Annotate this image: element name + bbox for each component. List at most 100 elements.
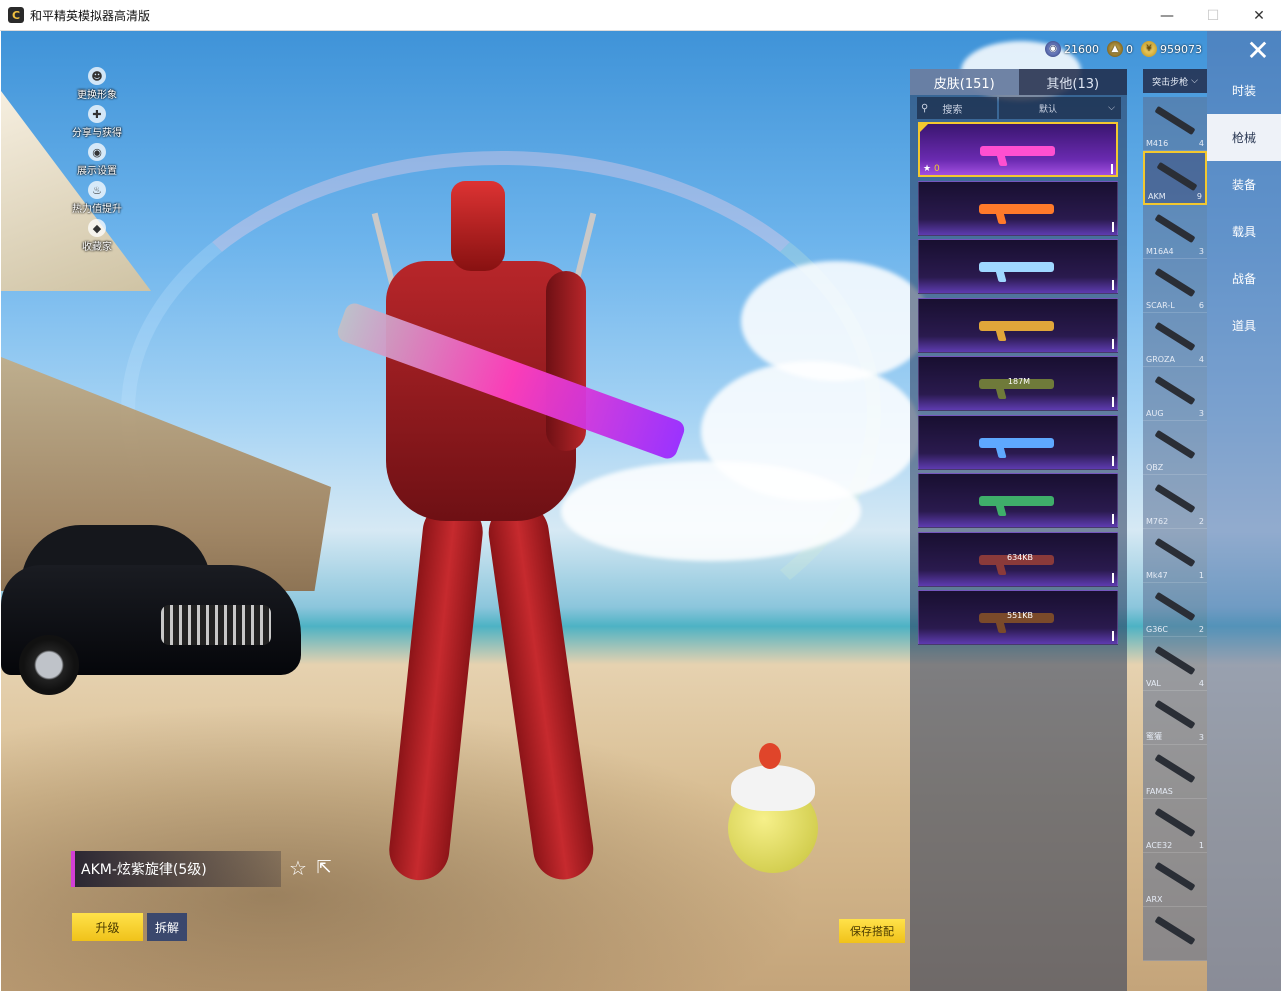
left-menu-label: 收藏家 — [82, 242, 112, 253]
rifle-icon — [1154, 807, 1196, 838]
weapon-item[interactable]: 蜜獾 3 — [1143, 691, 1207, 745]
weapon-name: M16A4 — [1146, 247, 1174, 256]
currency-value: 959073 — [1160, 42, 1202, 56]
left-menu-item-collector[interactable]: ◆ 收藏家 — [57, 219, 137, 257]
weapon-item[interactable]: M416 4 — [1143, 97, 1207, 151]
weapon-filter-dropdown[interactable]: 突击步枪 ⌵ — [1143, 69, 1207, 93]
game-viewport: ☻ 更换形象 ✚ 分享与获得 ◉ 展示设置 ♨ 热力值提升 ◆ 收藏家 AKM-… — [1, 31, 1281, 991]
star-icon: ★ — [923, 164, 934, 174]
weapon-item[interactable]: AKM 9 — [1143, 151, 1207, 205]
weapon-skin-count: 4 — [1198, 679, 1204, 688]
category-tab[interactable]: 时装 — [1207, 67, 1281, 114]
window-close-button[interactable]: ✕ — [1236, 0, 1282, 31]
weapon-item[interactable]: M16A4 3 — [1143, 205, 1207, 259]
upgrade-button[interactable]: 升级 — [72, 913, 143, 941]
weapon-skin-count: 1 — [1198, 571, 1204, 580]
currency-value: 0 — [1126, 42, 1133, 56]
rifle-icon — [1154, 861, 1196, 892]
left-menu-item-change-look[interactable]: ☻ 更换形象 — [57, 67, 137, 105]
weapon-skin-count: 6 — [1198, 301, 1204, 310]
weapon-item[interactable]: GROZA 4 — [1143, 313, 1207, 367]
tab-other[interactable]: 其他(13) — [1018, 69, 1127, 95]
category-tab[interactable]: 枪械 — [1207, 114, 1281, 161]
car-grille — [161, 605, 271, 645]
coupon-currency-icon: ▲ — [1107, 41, 1123, 57]
weapon-item[interactable]: G36C 2 — [1143, 583, 1207, 637]
weapon-name: GROZA — [1146, 355, 1176, 364]
left-menu-item-display[interactable]: ◉ 展示设置 — [57, 143, 137, 181]
character-model[interactable] — [331, 181, 691, 891]
weapon-item[interactable]: SCAR-L 6 — [1143, 259, 1207, 313]
weapon-skin-count: 3 — [1198, 409, 1204, 418]
gun-skin-icon — [979, 496, 1054, 506]
pet-chick[interactable] — [723, 743, 823, 873]
tab-skins[interactable]: 皮肤(151) — [910, 69, 1019, 95]
rifle-icon — [1156, 161, 1198, 192]
skin-list-item[interactable] — [918, 414, 1118, 470]
currency-coupon[interactable]: ▲ 0 — [1107, 41, 1133, 57]
chick-hat — [731, 765, 815, 811]
rifle-icon — [1154, 213, 1196, 244]
maximize-button[interactable]: ☐ — [1190, 0, 1236, 31]
left-menu-label: 更换形象 — [77, 90, 117, 101]
skin-list-item[interactable]: 634KB — [918, 531, 1118, 587]
category-tab[interactable]: 战备 — [1207, 255, 1281, 302]
rifle-icon — [1154, 753, 1196, 784]
weapon-item[interactable]: ARX — [1143, 853, 1207, 907]
weapon-list: M416 4 AKM 9 M16A4 3 SCAR-L 6 GROZA 4 AUG 3 QBZ M762 2… — [1143, 97, 1207, 961]
currency-premium[interactable]: ◉ 21600 — [1045, 41, 1099, 57]
save-outfit-button[interactable]: 保存搭配 — [839, 919, 905, 943]
weapon-item[interactable]: VAL 4 — [1143, 637, 1207, 691]
weapon-item[interactable]: M762 2 — [1143, 475, 1207, 529]
rifle-icon — [1154, 321, 1196, 352]
skin-list-item[interactable]: 551KB — [918, 590, 1118, 645]
weapon-item[interactable]: Mk47 1 — [1143, 529, 1207, 583]
category-tab[interactable]: 载具 — [1207, 208, 1281, 255]
skin-list-item[interactable] — [918, 297, 1118, 353]
skin-list-item[interactable]: ★ 0 — [918, 122, 1118, 177]
premium-currency-icon: ◉ — [1045, 41, 1061, 57]
weapon-name: VAL — [1146, 679, 1161, 688]
skin-list-item[interactable] — [918, 239, 1118, 294]
minimize-button[interactable]: — — [1144, 0, 1190, 31]
gun-skin-icon — [979, 320, 1054, 331]
weapon-item[interactable] — [1143, 907, 1207, 961]
download-size-label: 551KB — [1007, 611, 1034, 620]
sort-label: 默认 — [1039, 104, 1058, 115]
currency-coin[interactable]: ¥ 959073 — [1141, 41, 1202, 57]
weapon-name: G36C — [1146, 625, 1168, 634]
category-tab[interactable]: 道具 — [1207, 302, 1281, 349]
search-icon: ⚲ — [921, 102, 929, 114]
dismantle-button[interactable]: 拆解 — [147, 913, 187, 941]
weapon-item[interactable]: ACE32 1 — [1143, 799, 1207, 853]
coin-currency-icon: ¥ — [1141, 41, 1157, 57]
gun-skin-icon — [979, 437, 1054, 448]
category-list: 时装 枪械 装备 载具 战备 道具 — [1207, 67, 1281, 349]
search-input[interactable]: ⚲ 搜索 — [917, 97, 997, 119]
weapon-item[interactable]: AUG 3 — [1143, 367, 1207, 421]
eye-icon: ◉ — [88, 143, 106, 161]
category-tab[interactable]: 装备 — [1207, 161, 1281, 208]
rifle-icon — [1154, 915, 1196, 946]
skin-name-label: AKM-炫紫旋律(5级) — [71, 851, 281, 887]
skin-list-item[interactable] — [918, 180, 1118, 236]
favorite-star-icon[interactable]: ☆ — [287, 857, 309, 879]
weapon-item[interactable]: FAMAS — [1143, 745, 1207, 799]
weapon-item[interactable]: QBZ — [1143, 421, 1207, 475]
sort-dropdown[interactable]: 默认 ⌵ — [999, 97, 1121, 119]
close-icon[interactable]: ✕ — [1237, 33, 1279, 67]
weapon-column: 突击步枪 ⌵ M416 4 AKM 9 M16A4 3 SCAR-L 6 GROZA 4 AUG 3 Q… — [1143, 69, 1207, 991]
gun-skin-icon — [980, 146, 1055, 156]
share-icon[interactable]: ⇱ — [313, 857, 335, 879]
skin-list-item[interactable]: 187M — [918, 356, 1118, 411]
skin-list-item[interactable] — [918, 473, 1118, 528]
favorite-count: ★ 0 — [923, 164, 940, 174]
left-menu-item-share[interactable]: ✚ 分享与获得 — [57, 105, 137, 143]
weapon-name: ACE32 — [1146, 841, 1173, 850]
scroll-marker — [1112, 572, 1114, 583]
left-menu-item-heat[interactable]: ♨ 热力值提升 — [57, 181, 137, 219]
person-icon: ☻ — [88, 67, 106, 85]
weapon-skin-count: 1 — [1198, 841, 1204, 850]
currency-bar: ◉ 21600 ▲ 0 ¥ 959073 — [1045, 39, 1202, 59]
weapon-name: 蜜獾 — [1146, 732, 1162, 741]
